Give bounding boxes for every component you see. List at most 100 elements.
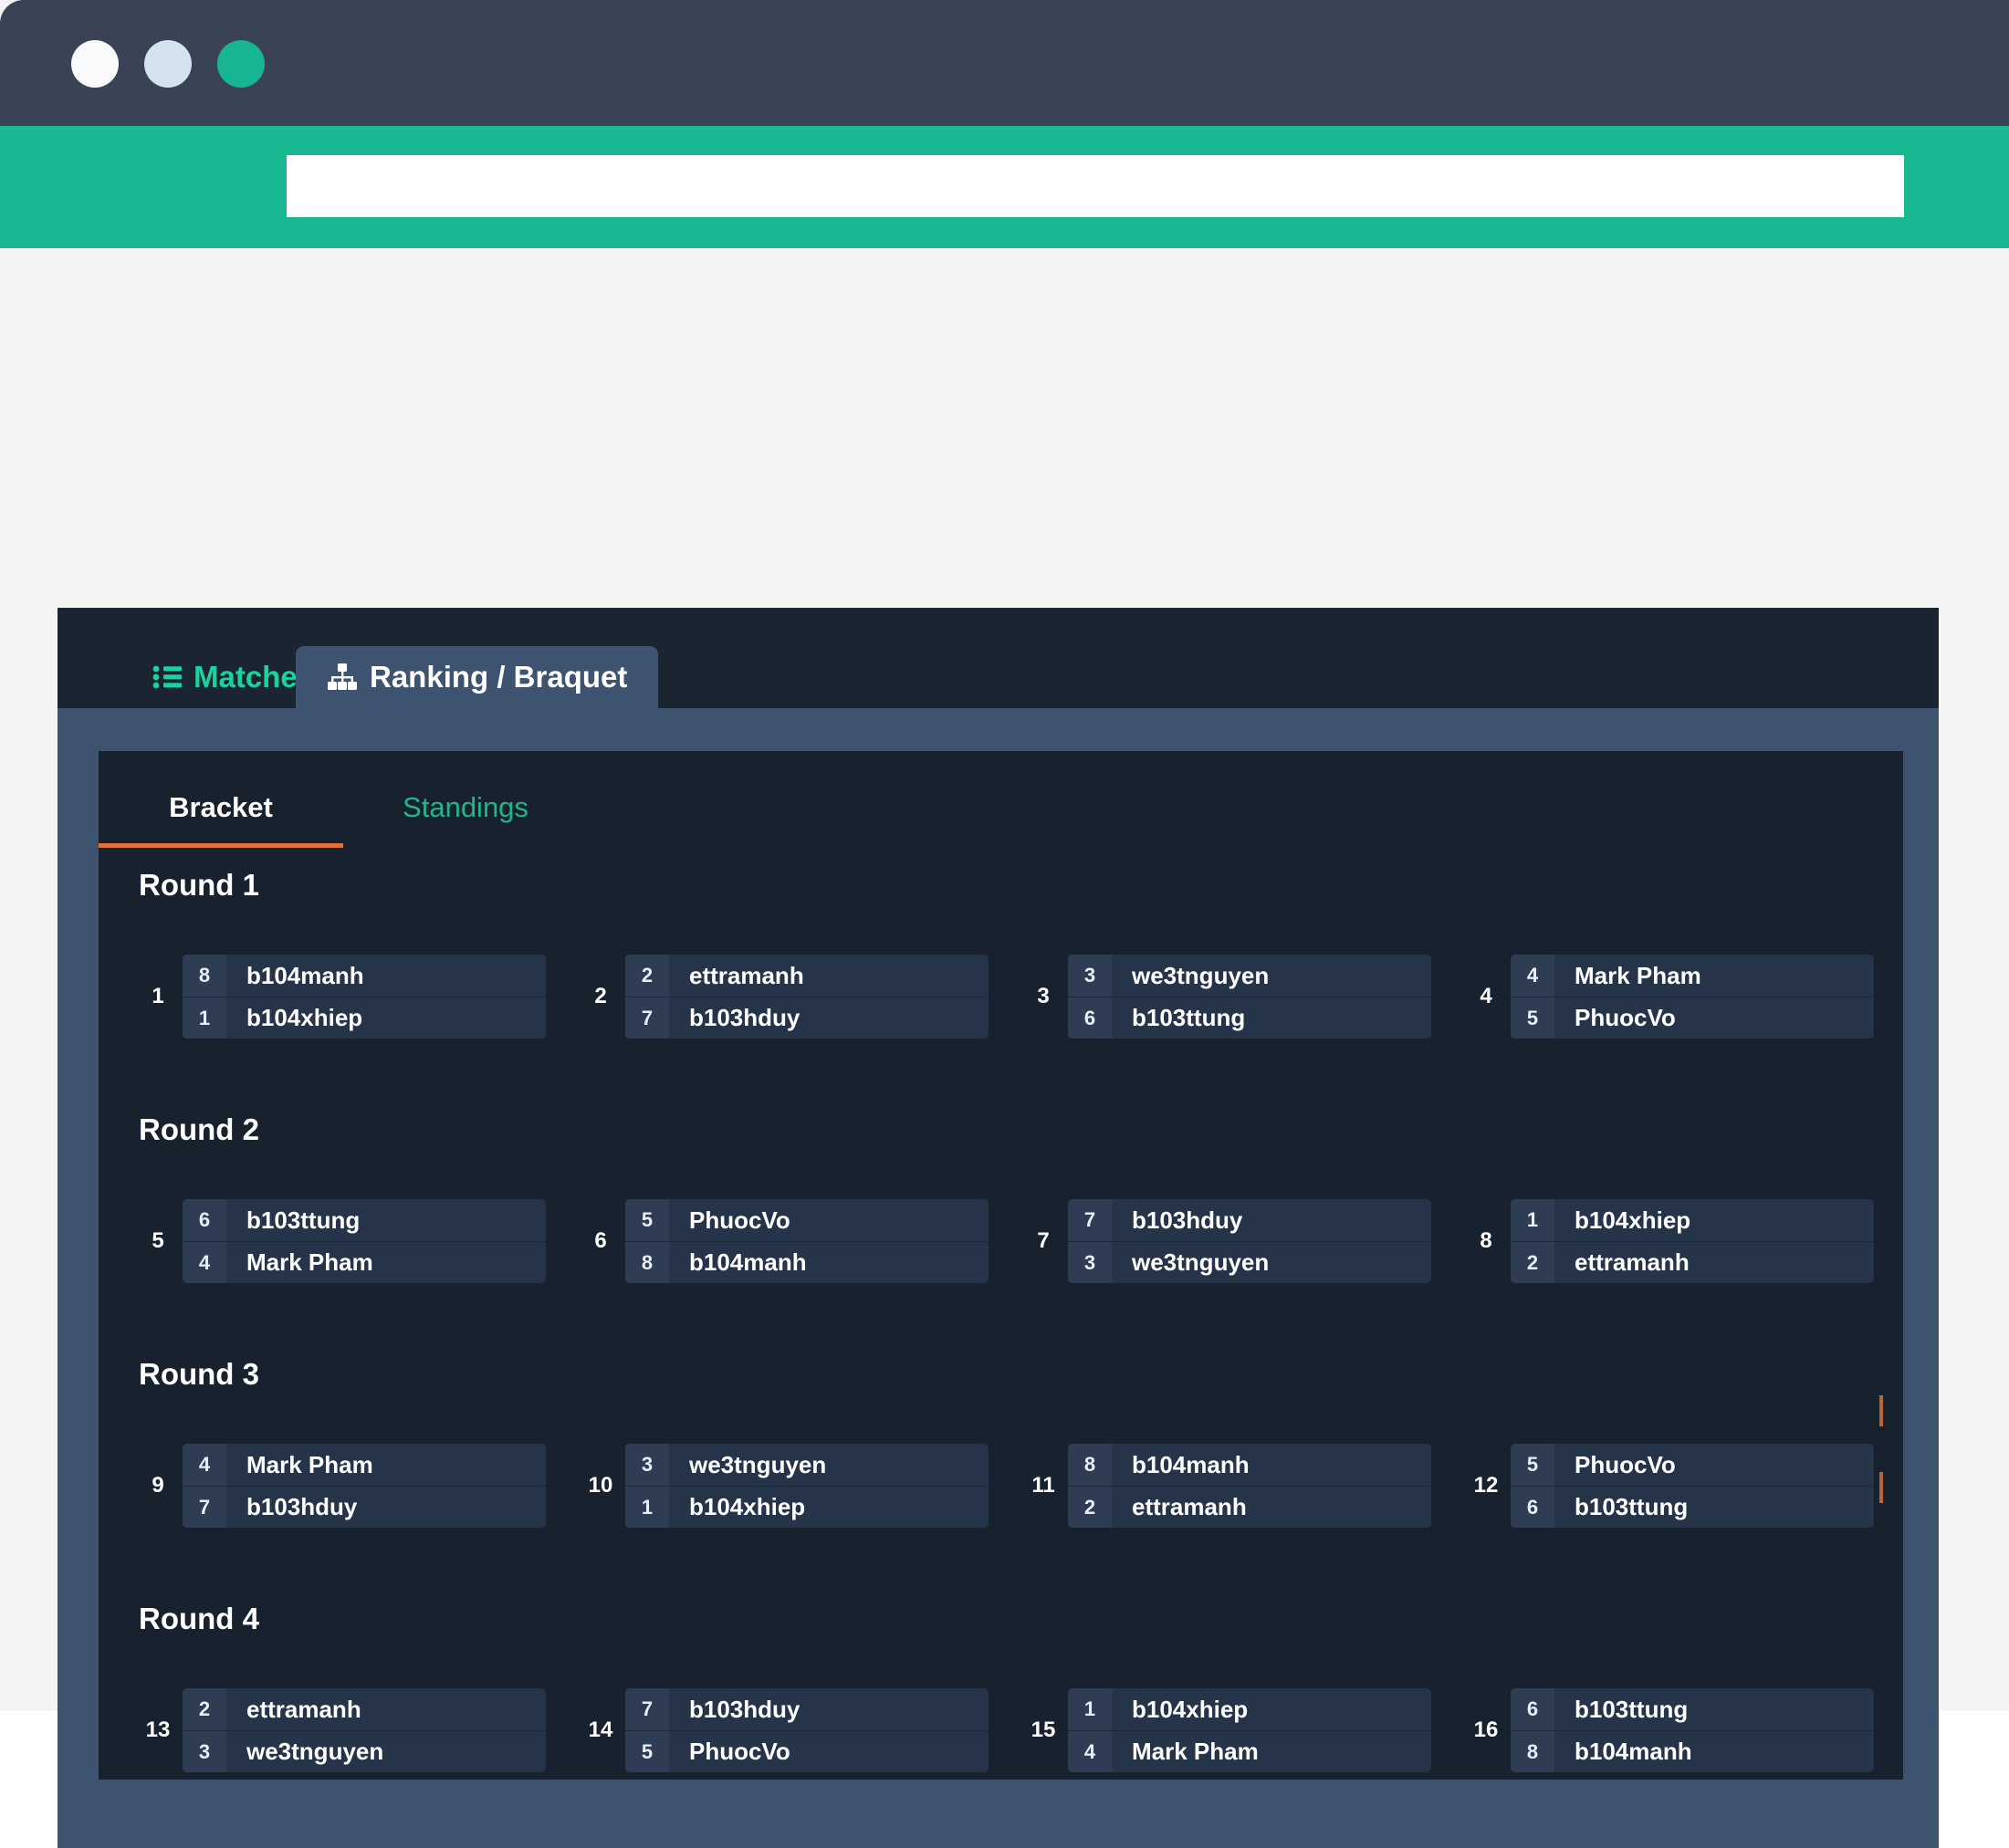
- match[interactable]: 3 3 we3tnguyen 6 b103ttung: [1024, 955, 1467, 1039]
- competitor-row[interactable]: 8 b104manh: [625, 1241, 989, 1283]
- competitor-row[interactable]: 5 PhuocVo: [625, 1730, 989, 1772]
- competitor-seed: 2: [1511, 1241, 1554, 1283]
- competitor-row[interactable]: 4 Mark Pham: [1511, 955, 1874, 997]
- match-index: 7: [1037, 1228, 1050, 1253]
- competitor-row[interactable]: 3 we3tnguyen: [183, 1730, 546, 1772]
- competitor-row[interactable]: 6 b103ttung: [1511, 1486, 1874, 1528]
- competitor-row[interactable]: 6 b103ttung: [1068, 997, 1431, 1039]
- competitor-row[interactable]: 6 b103ttung: [183, 1199, 546, 1241]
- competitor-row[interactable]: 1 b104xhiep: [183, 997, 546, 1039]
- competitor-row[interactable]: 1 b104xhiep: [1511, 1199, 1874, 1241]
- match-card[interactable]: 7 b103hduy 3 we3tnguyen: [1068, 1199, 1431, 1283]
- competitor-row[interactable]: 8 b104manh: [183, 955, 546, 997]
- competitor-name: b104manh: [689, 1248, 807, 1276]
- match-card[interactable]: 5 PhuocVo 6 b103ttung: [1511, 1444, 1874, 1528]
- round-title: Round 3: [139, 1357, 259, 1391]
- match[interactable]: 5 6 b103ttung 4 Mark Pham: [139, 1199, 581, 1283]
- competitor-name: b103ttung: [1575, 1493, 1689, 1520]
- competitor-name: PhuocVo: [1575, 1450, 1676, 1478]
- competitor-seed: 5: [1511, 997, 1554, 1039]
- window-dot-light-blue-icon[interactable]: [144, 40, 192, 88]
- list-icon: [152, 664, 182, 690]
- competitor-row[interactable]: 4 Mark Pham: [183, 1444, 546, 1486]
- match-index: 11: [1031, 1473, 1055, 1498]
- competitor-row[interactable]: 2 ettramanh: [183, 1688, 546, 1730]
- match-index: 13: [145, 1717, 171, 1742]
- match-card[interactable]: 4 Mark Pham 7 b103hduy: [183, 1444, 546, 1528]
- match[interactable]: 13 2 ettramanh 3 we3tnguyen: [139, 1688, 581, 1772]
- match-card[interactable]: 8 b104manh 1 b104xhiep: [183, 955, 546, 1039]
- competitor-row[interactable]: 4 Mark Pham: [1068, 1730, 1431, 1772]
- match[interactable]: 6 5 PhuocVo 8 b104manh: [581, 1199, 1024, 1283]
- match[interactable]: 1 8 b104manh 1 b104xhiep: [139, 955, 581, 1039]
- page-canvas: Matches Ranking / Braquet Bracket Standi…: [0, 248, 2009, 1848]
- competitor-row[interactable]: 8 b104manh: [1511, 1730, 1874, 1772]
- competitor-row[interactable]: 7 b103hduy: [183, 1486, 546, 1528]
- competitor-seed: 1: [1511, 1199, 1554, 1241]
- competitor-row[interactable]: 4 Mark Pham: [183, 1241, 546, 1283]
- match-index: 4: [1480, 984, 1492, 1008]
- competitor-row[interactable]: 2 ettramanh: [1511, 1241, 1874, 1283]
- match[interactable]: 4 4 Mark Pham 5 PhuocVo: [1467, 955, 1910, 1039]
- match-card[interactable]: 5 PhuocVo 8 b104manh: [625, 1199, 989, 1283]
- competitor-row[interactable]: 3 we3tnguyen: [1068, 955, 1431, 997]
- match-index: 3: [1037, 984, 1050, 1008]
- competitor-row[interactable]: 7 b103hduy: [1068, 1199, 1431, 1241]
- match-card[interactable]: 7 b103hduy 5 PhuocVo: [625, 1688, 989, 1772]
- competitor-name: b103ttung: [1132, 1004, 1246, 1031]
- match[interactable]: 2 2 ettramanh 7 b103hduy: [581, 955, 1024, 1039]
- match-index: 15: [1031, 1717, 1056, 1742]
- competitor-seed: 5: [625, 1199, 669, 1241]
- match-card[interactable]: 2 ettramanh 3 we3tnguyen: [183, 1688, 546, 1772]
- competitor-seed: 4: [1068, 1730, 1112, 1772]
- competitor-row[interactable]: 3 we3tnguyen: [625, 1444, 989, 1486]
- match[interactable]: 16 6 b103ttung 8 b104manh: [1467, 1688, 1910, 1772]
- competitor-seed: 3: [1068, 1241, 1112, 1283]
- competitor-seed: 6: [1068, 997, 1112, 1039]
- competitor-name: b103hduy: [1132, 1206, 1243, 1234]
- match[interactable]: 8 1 b104xhiep 2 ettramanh: [1467, 1199, 1910, 1283]
- match[interactable]: 11 8 b104manh 2 ettramanh: [1024, 1444, 1467, 1528]
- match[interactable]: 10 3 we3tnguyen 1 b104xhiep: [581, 1444, 1024, 1528]
- competitor-name: b104xhiep: [1575, 1206, 1691, 1234]
- window-dot-white-icon[interactable]: [71, 40, 119, 88]
- window-dot-green-icon[interactable]: [217, 40, 265, 88]
- tab-bracket[interactable]: Bracket: [99, 771, 343, 848]
- url-input[interactable]: [287, 155, 1904, 217]
- competitor-name: b104manh: [1132, 1450, 1250, 1478]
- matches-row: 13 2 ettramanh 3 we3tnguyen 14 7 b103hduy 5 Phuoc…: [99, 1651, 1903, 1810]
- match-card[interactable]: 1 b104xhiep 4 Mark Pham: [1068, 1688, 1431, 1772]
- match-card[interactable]: 4 Mark Pham 5 PhuocVo: [1511, 955, 1874, 1039]
- match-index: 10: [588, 1473, 613, 1498]
- match[interactable]: 9 4 Mark Pham 7 b103hduy: [139, 1444, 581, 1528]
- competitor-row[interactable]: 7 b103hduy: [625, 997, 989, 1039]
- match[interactable]: 7 7 b103hduy 3 we3tnguyen: [1024, 1199, 1467, 1283]
- tab-ranking-braquet[interactable]: Ranking / Braquet: [296, 646, 659, 708]
- competitor-row[interactable]: 6 b103ttung: [1511, 1688, 1874, 1730]
- match-card[interactable]: 2 ettramanh 7 b103hduy: [625, 955, 989, 1039]
- competitor-row[interactable]: 1 b104xhiep: [1068, 1688, 1431, 1730]
- match-card[interactable]: 6 b103ttung 8 b104manh: [1511, 1688, 1874, 1772]
- match-card[interactable]: 1 b104xhiep 2 ettramanh: [1511, 1199, 1874, 1283]
- competitor-seed: 5: [625, 1730, 669, 1772]
- match[interactable]: 12 5 PhuocVo 6 b103ttung: [1467, 1444, 1910, 1528]
- match[interactable]: 15 1 b104xhiep 4 Mark Pham: [1024, 1688, 1467, 1772]
- tab-standings[interactable]: Standings: [343, 771, 588, 848]
- match-index: 6: [594, 1228, 607, 1253]
- match-card[interactable]: 8 b104manh 2 ettramanh: [1068, 1444, 1431, 1528]
- competitor-name: b104xhiep: [246, 1004, 363, 1031]
- competitor-row[interactable]: 5 PhuocVo: [1511, 997, 1874, 1039]
- competitor-row[interactable]: 8 b104manh: [1068, 1444, 1431, 1486]
- competitor-row[interactable]: 2 ettramanh: [1068, 1486, 1431, 1528]
- competitor-row[interactable]: 1 b104xhiep: [625, 1486, 989, 1528]
- match-card[interactable]: 6 b103ttung 4 Mark Pham: [183, 1199, 546, 1283]
- competitor-seed: 7: [183, 1486, 226, 1528]
- competitor-row[interactable]: 5 PhuocVo: [625, 1199, 989, 1241]
- competitor-row[interactable]: 3 we3tnguyen: [1068, 1241, 1431, 1283]
- competitor-row[interactable]: 5 PhuocVo: [1511, 1444, 1874, 1486]
- competitor-row[interactable]: 7 b103hduy: [625, 1688, 989, 1730]
- match[interactable]: 14 7 b103hduy 5 PhuocVo: [581, 1688, 1024, 1772]
- competitor-row[interactable]: 2 ettramanh: [625, 955, 989, 997]
- match-card[interactable]: 3 we3tnguyen 6 b103ttung: [1068, 955, 1431, 1039]
- match-card[interactable]: 3 we3tnguyen 1 b104xhiep: [625, 1444, 989, 1528]
